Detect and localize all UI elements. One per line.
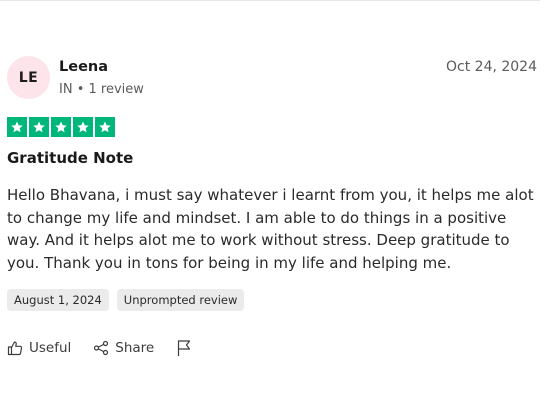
reviewer-meta: IN • 1 review bbox=[59, 82, 144, 97]
review-actions: Useful Share bbox=[7, 339, 192, 357]
review-tags: August 1, 2024 Unprompted review bbox=[7, 289, 245, 311]
report-button[interactable] bbox=[176, 339, 192, 357]
useful-label: Useful bbox=[29, 340, 72, 356]
star-icon bbox=[29, 117, 49, 137]
reviewer-name[interactable]: Leena bbox=[59, 59, 108, 75]
experience-date-tag: August 1, 2024 bbox=[7, 289, 109, 311]
thumbs-up-icon bbox=[7, 340, 23, 356]
share-button[interactable]: Share bbox=[93, 340, 154, 356]
star-icon bbox=[7, 117, 27, 137]
star-rating bbox=[7, 117, 115, 137]
useful-button[interactable]: Useful bbox=[7, 340, 71, 356]
share-label: Share bbox=[115, 340, 155, 356]
star-icon bbox=[73, 117, 93, 137]
review-source-tag: Unprompted review bbox=[116, 289, 245, 311]
flag-icon bbox=[176, 339, 192, 357]
top-divider bbox=[0, 0, 540, 1]
review-title[interactable]: Gratitude Note bbox=[7, 149, 133, 167]
review-card: LE Leena IN • 1 review Oct 24, 2024 Grat… bbox=[0, 0, 560, 415]
star-icon bbox=[95, 117, 115, 137]
avatar[interactable]: LE bbox=[7, 56, 50, 99]
review-date: Oct 24, 2024 bbox=[446, 59, 537, 75]
review-body: Hello Bhavana, i must say whatever i lea… bbox=[7, 186, 534, 272]
review-header: LE Leena IN • 1 review Oct 24, 2024 bbox=[7, 56, 537, 104]
share-icon bbox=[93, 340, 109, 356]
star-icon bbox=[51, 117, 71, 137]
